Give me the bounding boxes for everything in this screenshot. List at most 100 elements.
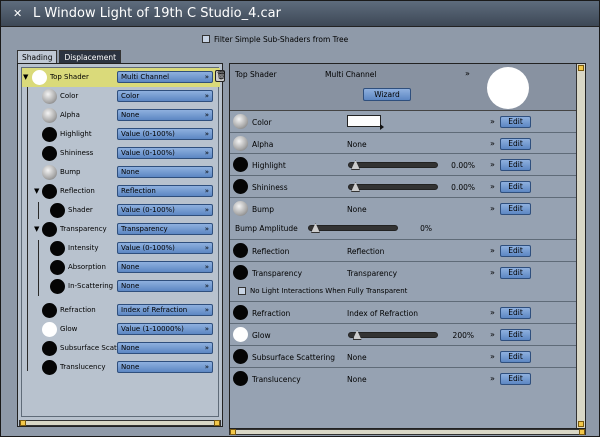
- tree-item-translucency[interactable]: Translucency None»: [22, 358, 220, 377]
- prop-name: Reflection: [252, 247, 290, 256]
- channel-dropdown[interactable]: None»: [117, 280, 213, 292]
- bump-amplitude-slider[interactable]: [308, 223, 398, 233]
- collapse-triangle-icon[interactable]: ▼: [34, 187, 39, 195]
- channel-ball-icon: [233, 201, 248, 216]
- edit-button[interactable]: Edit: [500, 373, 531, 385]
- chevron-down-icon[interactable]: »: [490, 117, 495, 126]
- channel-dropdown[interactable]: None»: [117, 166, 213, 178]
- scroll-handle-left[interactable]: [230, 429, 236, 435]
- chevron-down-icon[interactable]: »: [490, 246, 495, 255]
- prop-row-shininess: Shininess 0.00% » Edit: [230, 176, 576, 198]
- color-swatch[interactable]: [347, 115, 381, 127]
- tree-item-refraction[interactable]: Refraction Index of Refraction»: [22, 301, 220, 320]
- chevron-down-icon[interactable]: »: [490, 352, 495, 361]
- chevron-down-icon[interactable]: »: [490, 139, 495, 148]
- channel-dropdown[interactable]: Value (0-100%)»: [117, 128, 213, 140]
- trash-icon[interactable]: 🗑: [215, 70, 226, 82]
- scroll-handle-top[interactable]: [578, 65, 584, 71]
- scroll-handle-bottom[interactable]: [578, 421, 584, 427]
- edit-button[interactable]: Edit: [500, 351, 531, 363]
- tree-item-in-scattering[interactable]: In-Scattering None»: [22, 277, 220, 296]
- shininess-slider[interactable]: [348, 182, 438, 192]
- tree-item-label: Highlight: [60, 130, 92, 138]
- edit-button[interactable]: Edit: [500, 245, 531, 257]
- edit-button[interactable]: Edit: [500, 267, 531, 279]
- close-icon[interactable]: ✕: [13, 8, 22, 19]
- edit-button[interactable]: Edit: [500, 329, 531, 341]
- channel-dropdown[interactable]: None»: [117, 261, 213, 273]
- edit-button[interactable]: Edit: [500, 159, 531, 171]
- properties-vertical-scrollbar[interactable]: [576, 64, 585, 428]
- channel-dropdown[interactable]: Value (1-10000%)»: [117, 323, 213, 335]
- tree-item-transparency[interactable]: ▼ Transparency Transparency»: [22, 220, 220, 239]
- tree-item-absorption[interactable]: Absorption None»: [22, 258, 220, 277]
- tree-item-reflection[interactable]: ▼ Reflection Reflection»: [22, 182, 220, 201]
- title-bar[interactable]: ✕ L Window Light of 19th C Studio_4.car: [1, 1, 599, 27]
- collapse-triangle-icon[interactable]: ▼: [34, 225, 39, 233]
- channel-ball-icon: [233, 179, 248, 194]
- tree-item-reflection-shader[interactable]: Shader Value (0-100%)»: [22, 201, 220, 220]
- tree-item-shininess[interactable]: Shininess Value (0-100%)»: [22, 144, 220, 163]
- channel-dropdown[interactable]: None»: [117, 361, 213, 373]
- collapse-triangle-icon[interactable]: ▼: [23, 73, 28, 81]
- slider-thumb[interactable]: [311, 223, 320, 233]
- color-swatch-arrow-icon[interactable]: [380, 124, 384, 130]
- edit-button[interactable]: Edit: [500, 138, 531, 150]
- channel-dropdown[interactable]: Index of Refraction»: [117, 304, 213, 316]
- channel-dropdown[interactable]: Value (0-100%)»: [117, 242, 213, 254]
- prop-value: None: [347, 353, 367, 362]
- tree-item-bump[interactable]: Bump None»: [22, 163, 220, 182]
- tree-item-color[interactable]: Color Color»: [22, 87, 220, 106]
- scroll-handle-left[interactable]: [20, 420, 26, 426]
- highlight-slider[interactable]: [348, 160, 438, 170]
- channel-dropdown[interactable]: Reflection»: [117, 185, 213, 197]
- chevron-down-icon[interactable]: »: [490, 204, 495, 213]
- tree-item-alpha[interactable]: Alpha None»: [22, 106, 220, 125]
- chevron-down-icon[interactable]: »: [490, 374, 495, 383]
- scroll-handle-right[interactable]: [579, 429, 585, 435]
- shader-ball-icon: [42, 89, 57, 104]
- window-title: L Window Light of 19th C Studio_4.car: [33, 6, 281, 21]
- channel-dropdown[interactable]: None»: [117, 342, 213, 354]
- chevron-down-icon[interactable]: »: [465, 69, 470, 78]
- channel-dropdown[interactable]: None»: [117, 109, 213, 121]
- edit-button[interactable]: Edit: [500, 203, 531, 215]
- shader-type-dropdown[interactable]: Multi Channel»: [117, 71, 213, 83]
- tree-item-intensity[interactable]: Intensity Value (0-100%)»: [22, 239, 220, 258]
- prop-name: Bump: [252, 205, 274, 214]
- tree-item-highlight[interactable]: Highlight Value (0-100%)»: [22, 125, 220, 144]
- shader-ball-icon: [42, 184, 57, 199]
- channel-dropdown[interactable]: Transparency»: [117, 223, 213, 235]
- channel-dropdown[interactable]: Value (0-100%)»: [117, 147, 213, 159]
- tab-shading[interactable]: Shading: [17, 50, 58, 64]
- channel-dropdown[interactable]: Color»: [117, 90, 213, 102]
- tree-item-glow[interactable]: Glow Value (1-10000%)»: [22, 320, 220, 339]
- chevron-down-icon[interactable]: »: [490, 330, 495, 339]
- prop-name: Translucency: [252, 375, 301, 384]
- chevron-down-icon[interactable]: »: [490, 308, 495, 317]
- chevron-down-icon[interactable]: »: [490, 160, 495, 169]
- no-light-checkbox[interactable]: [238, 287, 246, 295]
- chevron-down-icon[interactable]: »: [490, 268, 495, 277]
- channel-dropdown[interactable]: Value (0-100%)»: [117, 204, 213, 216]
- slider-thumb[interactable]: [351, 182, 360, 192]
- scroll-handle-right[interactable]: [214, 420, 220, 426]
- filter-checkbox[interactable]: [202, 35, 210, 43]
- tree-horizontal-scrollbar[interactable]: [19, 420, 221, 426]
- glow-slider[interactable]: [348, 330, 438, 340]
- no-light-interactions-option[interactable]: No Light Interactions When Fully Transpa…: [238, 287, 407, 295]
- wizard-button[interactable]: Wizard: [363, 88, 411, 101]
- filter-simple-subshaders[interactable]: Filter Simple Sub-Shaders from Tree: [202, 33, 348, 45]
- chevron-down-icon[interactable]: »: [490, 182, 495, 191]
- tree-item-subsurface[interactable]: Subsurface Scat None»: [22, 339, 220, 358]
- tab-displacement[interactable]: Displacement: [59, 50, 122, 64]
- slider-thumb[interactable]: [352, 330, 362, 340]
- edit-button[interactable]: Edit: [500, 181, 531, 193]
- prop-row-color: Color » Edit: [230, 111, 576, 133]
- slider-thumb[interactable]: [351, 160, 360, 170]
- edit-button[interactable]: Edit: [500, 116, 531, 128]
- tree-item-top-shader[interactable]: ▼ Top Shader Multi Channel» 🗑: [22, 68, 226, 87]
- properties-horizontal-scrollbar[interactable]: [229, 429, 586, 435]
- edit-button[interactable]: Edit: [500, 307, 531, 319]
- top-shader-header: Top Shader Multi Channel » Wizard: [230, 64, 585, 111]
